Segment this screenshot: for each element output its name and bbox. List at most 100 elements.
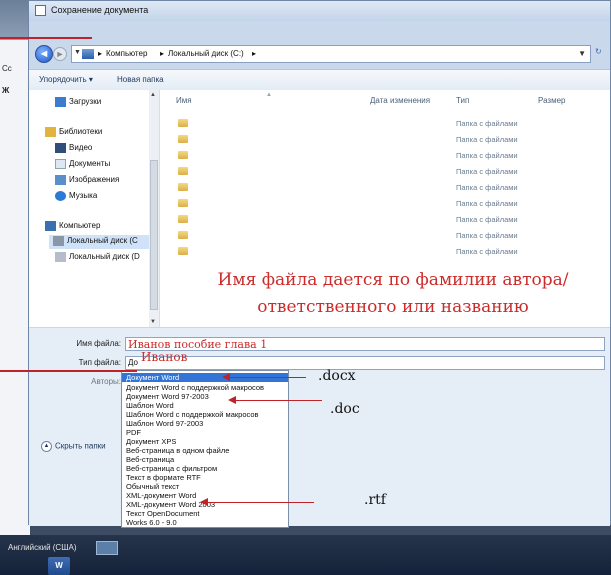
pictures-icon [55,175,66,185]
column-header-type[interactable]: Тип [456,96,469,105]
folder-icon[interactable] [178,135,188,143]
file-type: Папка с файлами [456,167,518,176]
filetype-select[interactable]: До [125,356,605,370]
filetype-option[interactable]: XML-документ Word [126,491,196,500]
annotation-line-2: ответственного или названию [257,297,529,317]
filetype-option[interactable]: Шаблон Word [126,401,174,410]
refresh-icon[interactable]: ↻ [595,47,602,56]
nav-item-local-disk-c[interactable]: Локальный диск (С [49,235,149,249]
scroll-up-icon[interactable]: ▲ [150,92,156,98]
column-header-date[interactable]: Дата изменения [370,96,430,105]
scroll-thumb[interactable] [150,160,158,310]
taskbar: Английский (США) W [0,535,611,575]
filetype-current: До [128,358,138,367]
arrow-line [204,502,314,503]
folder-icon[interactable] [178,119,188,127]
folder-icon[interactable] [178,231,188,239]
save-dialog: Сохранение документа ◄ ► ▼ ▸ Компьютер ▸… [28,0,611,526]
taskbar-button[interactable] [96,541,118,555]
file-type: Папка с файлами [456,183,518,192]
filetype-option[interactable]: Веб-страница [126,455,174,464]
file-type: Папка с файлами [456,215,518,224]
filetype-label: Тип файла: [78,358,121,367]
background-fragment: Сс [2,64,12,73]
language-indicator[interactable]: Английский (США) [8,543,77,552]
history-dropdown-icon[interactable]: ▼ [74,49,81,56]
background-fragment: Ж [2,86,10,95]
authors-label: Авторы: [91,377,121,386]
computer-icon [45,221,56,231]
filetype-option[interactable]: Документ Word 97-2003 [126,392,209,401]
breadcrumb-computer[interactable]: Компьютер [106,49,147,58]
music-icon [55,191,66,201]
title-bar: Сохранение документа [29,1,610,21]
navigation-pane: Загрузки Библиотеки Видео Документы Изоб… [29,90,160,327]
annotation-underline [0,370,137,372]
filetype-option[interactable]: Веб-страница с фильтром [126,464,217,473]
computer-icon [82,49,94,59]
address-bar[interactable]: ▼ ▸ Компьютер ▸ Локальный диск (C:) ▸ ▼ [71,45,591,63]
file-type: Папка с файлами [456,231,518,240]
word-taskbar-icon[interactable]: W [48,557,70,575]
new-folder-button[interactable]: Новая папка [117,75,164,84]
file-type: Папка с файлами [456,151,518,160]
local-disk-icon [55,252,66,262]
filetype-option[interactable]: Шаблон Word с поддержкой макросов [126,410,259,419]
arrow-head-icon [222,373,230,381]
filetype-option[interactable]: Документ Word с поддержкой макросов [126,383,264,392]
file-type: Папка с файлами [456,199,518,208]
folder-icon[interactable] [178,247,188,255]
filetype-option[interactable]: Обычный текст [126,482,179,491]
arrow-head-icon [228,396,236,404]
filetype-option[interactable]: Works 6.0 - 9.0 [126,518,177,527]
scroll-down-icon[interactable]: ▼ [150,319,156,325]
address-dropdown-icon[interactable]: ▼ [578,49,586,58]
extension-doc: .doc [330,401,360,417]
filetype-option[interactable]: Документ XPS [126,437,176,446]
hide-folders-button[interactable]: ▲ Скрыть папки [41,441,106,452]
filetype-option[interactable]: Текст OpenDocument [126,509,200,518]
annotation-line-1: Имя файла дается по фамилии автора/ [217,270,569,290]
save-form: Имя файла: Иванов пособие глава 1 Тип фа… [29,328,610,526]
downloads-icon [55,97,66,107]
folder-icon[interactable] [178,215,188,223]
filename-label: Имя файла: [76,339,121,348]
filetype-option[interactable]: Текст в формате RTF [126,473,201,482]
breadcrumb-separator: ▸ [160,49,165,58]
folder-icon[interactable] [178,167,188,175]
column-header-name[interactable]: Имя [176,96,192,105]
folder-icon[interactable] [178,199,188,207]
command-bar: Упорядочить ▾ Новая папка [29,69,610,91]
documents-icon [55,159,66,169]
window-title: Сохранение документа [51,5,149,15]
column-header-size[interactable]: Размер [538,96,566,105]
background-document: Сс Ж [0,40,30,540]
video-icon [55,143,66,153]
file-type: Папка с файлами [456,135,518,144]
filetype-option[interactable]: Веб-страница в одном файле [126,446,229,455]
file-list: ▲ Имя Дата изменения Тип Размер Папка с … [160,90,610,327]
sort-arrow-icon: ▲ [266,92,272,98]
author-annotation: Иванов [141,350,188,364]
folder-icon[interactable] [178,151,188,159]
forward-arrow-icon[interactable]: ► [53,47,67,61]
collapse-icon: ▲ [41,441,52,452]
navigation-bar: ◄ ► ▼ ▸ Компьютер ▸ Локальный диск (C:) … [31,43,608,65]
nav-scrollbar[interactable]: ▲ ▼ [149,90,159,327]
organize-button[interactable]: Упорядочить ▾ [39,75,93,84]
arrow-line [226,377,306,378]
folder-icon[interactable] [178,183,188,191]
extension-docx: .docx [318,368,356,384]
filename-input[interactable]: Иванов пособие глава 1 [125,337,605,351]
libraries-icon [45,127,56,137]
extension-rtf: .rtf [364,492,386,508]
back-arrow-icon[interactable]: ◄ [35,45,53,63]
breadcrumb-separator: ▸ [98,49,103,58]
breadcrumb-separator: ▸ [252,49,257,58]
breadcrumb-local-disk[interactable]: Локальный диск (C:) [168,49,244,58]
filetype-option[interactable]: Шаблон Word 97-2003 [126,419,203,428]
annotation-underline [0,37,92,39]
filetype-option[interactable]: PDF [126,428,141,437]
arrow-head-icon [200,498,208,506]
window-icon [35,5,46,16]
